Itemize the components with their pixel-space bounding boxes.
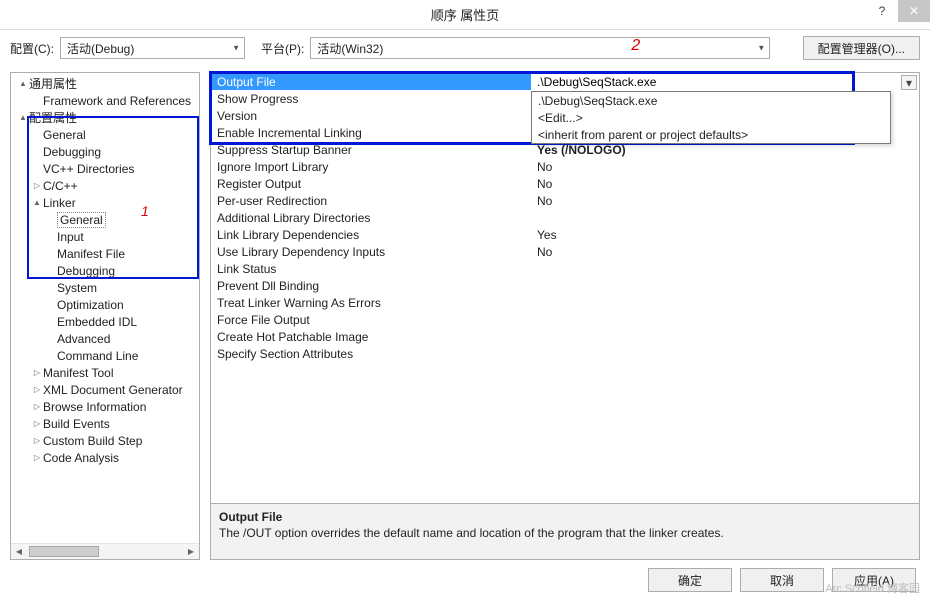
- tree-item-ccpp[interactable]: ▷C/C++: [11, 177, 199, 194]
- watermark: Arc Scofield 博客园: [825, 580, 920, 596]
- prop-row[interactable]: Register OutputNo: [211, 175, 919, 192]
- platform-label: 平台(P):: [261, 40, 304, 57]
- prop-row[interactable]: Create Hot Patchable Image: [211, 328, 919, 345]
- config-manager-button[interactable]: 配置管理器(O)...: [803, 36, 920, 60]
- platform-value: 活动(Win32): [317, 40, 383, 57]
- chevron-down-icon: ▼: [757, 44, 765, 53]
- description-panel: Output File The /OUT option overrides th…: [210, 504, 920, 560]
- expand-icon[interactable]: ▲: [17, 79, 29, 88]
- config-row: 配置(C): 活动(Debug) ▼ 平台(P): 活动(Win32) ▼ 2 …: [0, 30, 930, 62]
- prop-row[interactable]: Force File Output: [211, 311, 919, 328]
- tree-item-linker-optimization[interactable]: Optimization: [11, 296, 199, 313]
- cancel-button[interactable]: 取消: [740, 568, 824, 592]
- collapse-icon[interactable]: ▷: [31, 402, 43, 411]
- tree-item-linker-advanced[interactable]: Advanced: [11, 330, 199, 347]
- chevron-down-icon: ▾: [906, 76, 912, 90]
- tree-item-browse-info[interactable]: ▷Browse Information: [11, 398, 199, 415]
- description-text: The /OUT option overrides the default na…: [219, 526, 911, 540]
- expand-icon[interactable]: ▲: [17, 113, 29, 122]
- tree-item-linker-manifest[interactable]: Manifest File: [11, 245, 199, 262]
- tree-item-custom-build-step[interactable]: ▷Custom Build Step: [11, 432, 199, 449]
- scroll-thumb[interactable]: [29, 546, 99, 557]
- tree-item-build-events[interactable]: ▷Build Events: [11, 415, 199, 432]
- help-icon: ?: [879, 4, 886, 18]
- description-title: Output File: [219, 510, 911, 524]
- tree-item-linker-system[interactable]: System: [11, 279, 199, 296]
- right-column: Output File Show Progress Version Enable…: [210, 72, 920, 560]
- window-title: 顺序 属性页: [431, 5, 500, 24]
- config-combo[interactable]: 活动(Debug) ▼: [60, 37, 245, 59]
- collapse-icon[interactable]: ▷: [31, 419, 43, 428]
- tree-item-vcpp-dirs[interactable]: VC++ Directories: [11, 160, 199, 177]
- collapse-icon[interactable]: ▷: [31, 385, 43, 394]
- titlebar: 顺序 属性页 ? ✕: [0, 0, 930, 30]
- close-icon: ✕: [909, 4, 919, 18]
- prop-row[interactable]: Link Status: [211, 260, 919, 277]
- output-file-dropdown: .\Debug\SeqStack.exe <Edit...> <inherit …: [531, 91, 891, 144]
- prop-row[interactable]: Per-user RedirectionNo: [211, 192, 919, 209]
- tree-item-linker-input[interactable]: Input: [11, 228, 199, 245]
- collapse-icon[interactable]: ▷: [31, 436, 43, 445]
- config-manager-label: 配置管理器(O)...: [818, 40, 905, 57]
- tree-item-code-analysis[interactable]: ▷Code Analysis: [11, 449, 199, 466]
- tree-panel: ▲通用属性 Framework and References ▲配置属性 Gen…: [10, 72, 200, 560]
- dropdown-option-inherit[interactable]: <inherit from parent or project defaults…: [532, 126, 890, 143]
- window-controls: ? ✕: [866, 0, 930, 22]
- prop-row[interactable]: Link Library DependenciesYes: [211, 226, 919, 243]
- tree-item-common[interactable]: ▲通用属性: [11, 75, 199, 92]
- property-tree[interactable]: ▲通用属性 Framework and References ▲配置属性 Gen…: [11, 73, 199, 543]
- tree-item-manifest-tool[interactable]: ▷Manifest Tool: [11, 364, 199, 381]
- dialog-buttons: 确定 取消 应用(A): [0, 560, 930, 600]
- prop-row[interactable]: Use Library Dependency InputsNo: [211, 243, 919, 260]
- collapse-icon[interactable]: ▷: [31, 453, 43, 462]
- prop-row[interactable]: Treat Linker Warning As Errors: [211, 294, 919, 311]
- prop-row[interactable]: Additional Library Directories: [211, 209, 919, 226]
- close-button[interactable]: ✕: [898, 0, 930, 22]
- tree-hscrollbar[interactable]: ◀ ▶: [11, 543, 199, 559]
- prop-row[interactable]: Specify Section Attributes: [211, 345, 919, 362]
- expand-icon[interactable]: ▲: [31, 198, 43, 207]
- tree-item-framework-refs[interactable]: Framework and References: [11, 92, 199, 109]
- tree-item-linker-cmdline[interactable]: Command Line: [11, 347, 199, 364]
- prop-row-output-file[interactable]: Output File: [211, 73, 919, 90]
- value-dropdown-button[interactable]: ▾: [901, 75, 917, 90]
- platform-combo[interactable]: 活动(Win32) ▼ 2: [310, 37, 770, 59]
- config-label: 配置(C):: [10, 40, 54, 57]
- tree-item-linker-debugging[interactable]: Debugging: [11, 262, 199, 279]
- help-button[interactable]: ?: [866, 0, 898, 22]
- ok-button[interactable]: 确定: [648, 568, 732, 592]
- dropdown-option[interactable]: .\Debug\SeqStack.exe: [532, 92, 890, 109]
- prop-key: Output File: [211, 73, 531, 90]
- dropdown-option-edit[interactable]: <Edit...>: [532, 109, 890, 126]
- config-value: 活动(Debug): [67, 40, 134, 57]
- tree-item-general[interactable]: General: [11, 126, 199, 143]
- collapse-icon[interactable]: ▷: [31, 368, 43, 377]
- tree-item-linker-general[interactable]: General: [11, 211, 199, 228]
- tree-item-xml-doc-gen[interactable]: ▷XML Document Generator: [11, 381, 199, 398]
- scroll-left-icon[interactable]: ◀: [11, 544, 27, 559]
- prop-row[interactable]: Prevent Dll Binding: [211, 277, 919, 294]
- tree-item-config-props[interactable]: ▲配置属性: [11, 109, 199, 126]
- annotation-1: 1: [141, 203, 149, 219]
- annotation-2: 2: [631, 37, 640, 55]
- chevron-down-icon: ▼: [232, 44, 240, 53]
- tree-item-linker[interactable]: ▲Linker: [11, 194, 199, 211]
- scroll-right-icon[interactable]: ▶: [183, 544, 199, 559]
- property-grid: Output File Show Progress Version Enable…: [210, 72, 920, 504]
- tree-item-debugging[interactable]: Debugging: [11, 143, 199, 160]
- output-file-input[interactable]: [531, 73, 919, 90]
- main-area: ▲通用属性 Framework and References ▲配置属性 Gen…: [0, 62, 930, 560]
- tree-item-linker-embedded-idl[interactable]: Embedded IDL: [11, 313, 199, 330]
- collapse-icon[interactable]: ▷: [31, 181, 43, 190]
- prop-row[interactable]: Ignore Import LibraryNo: [211, 158, 919, 175]
